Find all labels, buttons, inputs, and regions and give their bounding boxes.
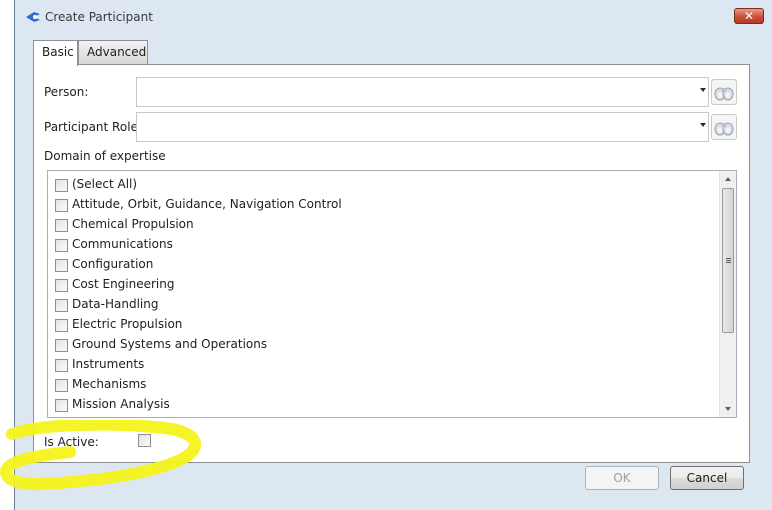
participant-role-combobox[interactable] <box>136 112 709 142</box>
close-button[interactable]: ✕ <box>734 8 764 24</box>
basic-tab-panel: Person: Participant Role: Domain of expe… <box>33 64 750 463</box>
checkbox[interactable] <box>55 259 68 272</box>
binoculars-icon <box>714 122 734 136</box>
ok-button[interactable]: OK <box>585 466 659 490</box>
checkbox[interactable] <box>55 339 68 352</box>
grip-line <box>726 260 731 261</box>
chevron-down-icon[interactable] <box>700 88 706 92</box>
vertical-scrollbar[interactable] <box>719 171 736 417</box>
checkbox[interactable] <box>55 179 68 192</box>
list-item-label: Mission Analysis <box>72 397 170 411</box>
is-active-label: Is Active: <box>44 435 99 449</box>
checkbox[interactable] <box>55 279 68 292</box>
list-item-label: Data-Handling <box>72 297 159 311</box>
list-item-label: Configuration <box>72 257 154 271</box>
grip-line <box>726 262 731 263</box>
list-item-label: Ground Systems and Operations <box>72 337 268 351</box>
list-item-label: Electric Propulsion <box>72 317 183 331</box>
is-active-checkbox[interactable] <box>138 434 151 447</box>
list-item-label: (Select All) <box>72 177 138 191</box>
participant-role-search-button[interactable] <box>711 114 737 140</box>
checkbox[interactable] <box>55 319 68 332</box>
domain-of-expertise-list[interactable]: (Select All) Attitude, Orbit, Guidance, … <box>47 170 737 418</box>
checkbox[interactable] <box>55 199 68 212</box>
scroll-down-arrow-icon[interactable] <box>725 407 731 411</box>
person-label: Person: <box>44 85 89 99</box>
scroll-up-arrow-icon[interactable] <box>725 177 731 181</box>
list-item-label: Attitude, Orbit, Guidance, Navigation Co… <box>72 197 342 211</box>
list-item-label: Cost Engineering <box>72 277 175 291</box>
checkbox[interactable] <box>55 379 68 392</box>
checkbox[interactable] <box>55 359 68 372</box>
list-item-label: Mechanisms <box>72 377 147 391</box>
title-bar[interactable]: Create Participant ✕ <box>15 0 772 32</box>
checkbox[interactable] <box>55 299 68 312</box>
binoculars-icon <box>714 87 734 101</box>
list-item-label: Instruments <box>72 357 145 371</box>
participant-role-label: Participant Role: <box>44 120 142 134</box>
tab-advanced[interactable]: Advanced <box>78 40 148 64</box>
person-combobox[interactable] <box>136 77 709 107</box>
tab-basic[interactable]: Basic <box>33 40 78 66</box>
chevron-down-icon[interactable] <box>700 123 706 127</box>
scrollbar-thumb[interactable] <box>722 188 734 333</box>
cancel-button[interactable]: Cancel <box>670 466 744 490</box>
create-participant-dialog: Create Participant ✕ Basic Advanced Pers… <box>14 0 772 510</box>
grip-line <box>726 258 731 259</box>
checkbox[interactable] <box>55 239 68 252</box>
person-search-button[interactable] <box>711 79 737 105</box>
domain-of-expertise-label: Domain of expertise <box>44 149 166 163</box>
app-logo-icon <box>26 12 40 22</box>
window-title: Create Participant <box>45 10 153 24</box>
list-item-label: Communications <box>72 237 173 251</box>
checkbox[interactable] <box>55 219 68 232</box>
list-item-label: Chemical Propulsion <box>72 217 194 231</box>
checkbox[interactable] <box>55 399 68 412</box>
